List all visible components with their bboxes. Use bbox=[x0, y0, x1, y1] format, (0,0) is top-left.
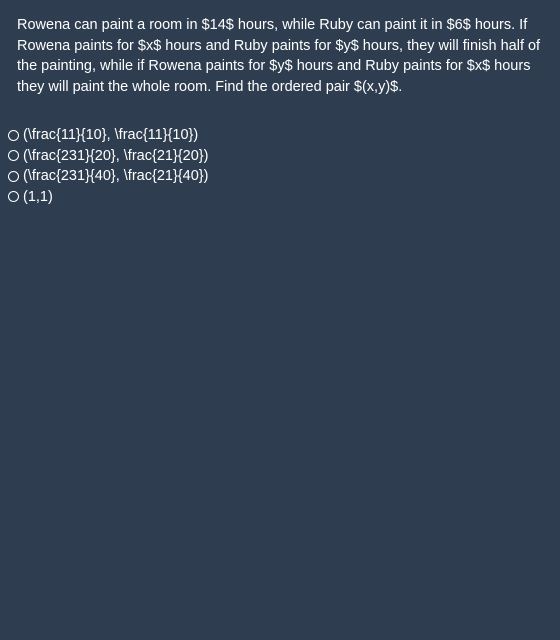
answer-option-1[interactable]: (\frac{11}{10}, \frac{11}{10}) bbox=[8, 125, 208, 146]
answer-option-label: (\frac{231}{20}, \frac{21}{20}) bbox=[23, 147, 209, 164]
radio-button-icon[interactable] bbox=[8, 170, 19, 182]
answer-option-4[interactable]: (1,1) bbox=[8, 187, 208, 208]
radio-button-icon[interactable] bbox=[8, 150, 19, 162]
answer-option-3[interactable]: (\frac{231}{40}, \frac{21}{40}) bbox=[8, 166, 208, 187]
radio-button-icon[interactable] bbox=[8, 191, 19, 203]
answer-option-2[interactable]: (\frac{231}{20}, \frac{21}{20}) bbox=[8, 146, 208, 167]
answer-options: (\frac{11}{10}, \frac{11}{10}) (\frac{23… bbox=[8, 125, 208, 207]
question-text: Rowena can paint a room in $14$ hours, w… bbox=[17, 17, 541, 95]
radio-button-icon[interactable] bbox=[8, 129, 19, 141]
answer-option-label: (\frac{11}{10}, \frac{11}{10}) bbox=[23, 127, 199, 144]
answer-option-label: (\frac{231}{40}, \frac{21}{40}) bbox=[23, 168, 209, 185]
answer-option-label: (1,1) bbox=[23, 188, 53, 205]
